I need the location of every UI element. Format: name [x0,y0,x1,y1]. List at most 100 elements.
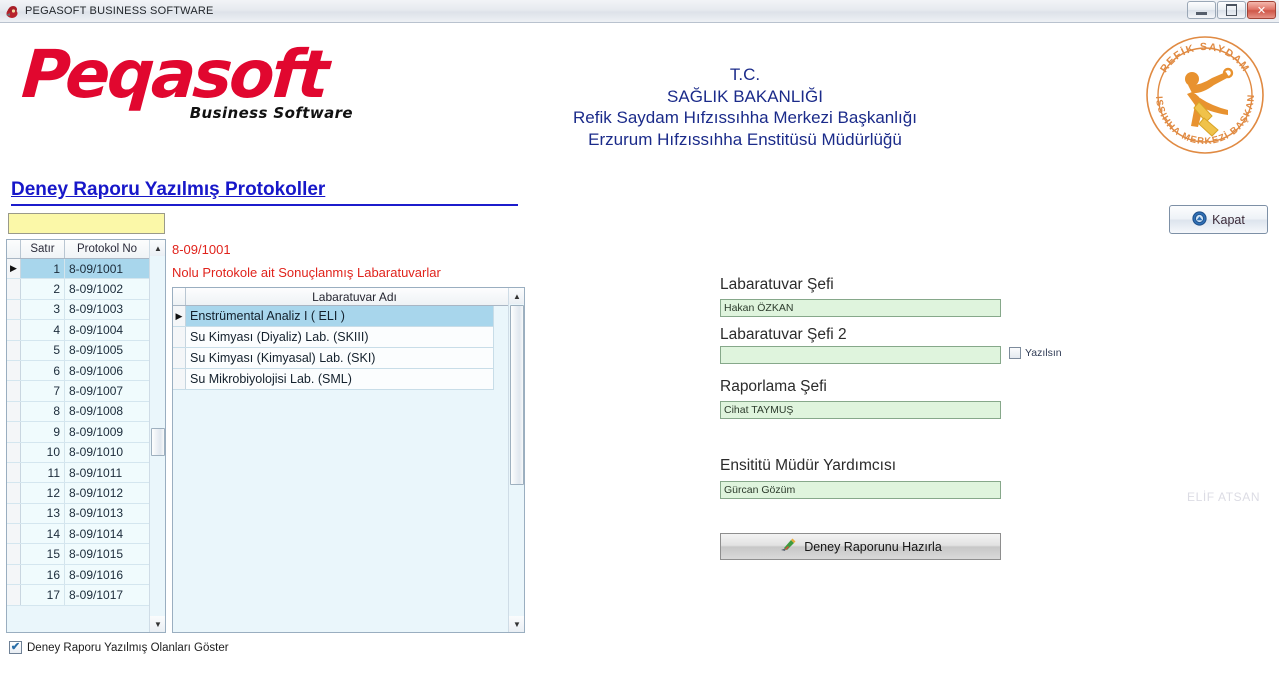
row-indicator [7,483,21,503]
row-indicator [7,462,21,483]
kapat-button[interactable]: Kapat [1169,205,1268,234]
selected-protocol-no: 8-09/1001 [172,242,231,257]
laboratory-grid[interactable]: Labaratuvar Adı ▶ Enstrümental Analiz I (… [172,287,525,633]
application-window: PEGASOFT BUSINESS SOFTWARE ✕ Peqasoft Bu… [0,0,1279,675]
column-header-protokol-no[interactable]: Protokol No [65,240,150,258]
table-row[interactable]: 3 8-09/1003 [7,299,165,321]
list-item[interactable]: ▶ Enstrümental Analiz I ( ELI ) [173,306,494,327]
list-item[interactable]: Su Mikrobiyolojisi Lab. (SML) [173,369,494,390]
show-written-reports-checkbox-box[interactable]: ✔ [9,641,22,654]
lab-panel-description: Nolu Protokole ait Sonuçlanmış Labaratuv… [172,265,441,280]
prepare-report-button-label: Deney Raporunu Hazırla [804,539,942,554]
lab-scroll-up-icon[interactable]: ▲ [509,288,524,304]
page-title: Deney Raporu Yazılmış Protokoller [11,179,518,206]
lab-row-indicator-header [173,288,186,305]
cell-labaratuvar-adi: Su Mikrobiyolojisi Lab. (SML) [186,369,494,389]
lab-chief-label: Labaratuvar Şefi [720,276,834,293]
institution-seal-icon: REFİK SAYDAM HIFZISSIHHA MERKEZİ BAŞKANL… [1138,23,1268,158]
show-written-reports-checkbox-label: Deney Raporu Yazılmış Olanları Göster [27,641,229,654]
protocol-grid-scrollbar[interactable]: ▲ ▼ [149,240,165,632]
lab-scroll-down-icon[interactable]: ▼ [509,616,524,632]
protocol-grid[interactable]: Satır Protokol No ▶ 1 8-09/1001 2 8-09/1002 3… [6,239,166,633]
row-indicator [7,585,21,605]
cell-satir: 17 [21,585,65,605]
yazilsin-checkbox-box[interactable] [1009,347,1021,359]
reporting-chief-input[interactable] [720,401,1001,419]
row-indicator [7,299,21,320]
prepare-report-button[interactable]: Deney Raporunu Hazırla [720,533,1001,560]
yazilsin-checkbox[interactable]: Yazılsın [1009,347,1062,359]
laboratory-grid-scrollbar[interactable]: ▲ ▼ [508,288,524,632]
row-indicator [7,401,21,422]
table-row[interactable]: 2 8-09/1002 [7,279,165,300]
lab-chief-2-input[interactable] [720,346,1001,364]
row-indicator [7,524,21,544]
lab-scroll-thumb[interactable] [510,305,524,485]
deputy-director-input[interactable] [720,481,1001,499]
cell-satir: 8 [21,401,65,422]
reporting-chief-label: Raporlama Şefi [720,378,827,395]
search-input[interactable] [8,213,165,234]
table-row[interactable]: 13 8-09/1013 [7,503,165,525]
scroll-thumb[interactable] [151,428,165,456]
user-watermark: ELİF ATSAN [1187,490,1261,504]
table-row[interactable]: ▶ 1 8-09/1001 [7,259,165,280]
list-item[interactable]: Su Kimyası (Kimyasal) Lab. (SKI) [173,348,494,369]
protocol-grid-body: ▶ 1 8-09/1001 2 8-09/1002 3 8-09/1003 4 8-09/100… [7,259,165,613]
ministry-heading: T.C. SAĞLIK BAKANLIĞI Refik Saydam Hıfzı… [460,64,1030,150]
table-row[interactable]: 5 8-09/1005 [7,340,165,361]
cell-protokol-no: 8-09/1010 [65,442,150,462]
cell-protokol-no: 8-09/1017 [65,585,150,605]
cell-protokol-no: 8-09/1008 [65,401,150,422]
ministry-line-3: Refik Saydam Hıfzıssıhha Merkezi Başkanl… [573,108,917,127]
laboratory-grid-body: ▶ Enstrümental Analiz I ( ELI ) Su Kimyası… [173,306,494,390]
cell-satir: 2 [21,279,65,299]
list-item[interactable]: Su Kimyası (Diyaliz) Lab. (SKIII) [173,327,494,348]
show-written-reports-checkbox[interactable]: ✔ Deney Raporu Yazılmış Olanları Göster [9,641,229,654]
table-row[interactable]: 8 8-09/1008 [7,401,165,423]
window-controls: ✕ [1187,1,1276,19]
cell-satir: 15 [21,544,65,564]
cell-satir: 7 [21,381,65,401]
row-indicator [7,279,21,299]
minimize-button[interactable] [1187,1,1216,19]
table-row[interactable]: 7 8-09/1007 [7,381,165,402]
cell-satir: 4 [21,320,65,340]
cell-satir: 16 [21,564,65,585]
cell-protokol-no: 8-09/1009 [65,422,150,442]
row-indicator [7,320,21,340]
table-row[interactable]: 16 8-09/1016 [7,564,165,586]
table-row[interactable]: 10 8-09/1010 [7,442,165,463]
column-header-satir[interactable]: Satır [21,240,65,258]
row-indicator [7,503,21,524]
table-row[interactable]: 12 8-09/1012 [7,483,165,504]
cell-protokol-no: 8-09/1014 [65,524,150,544]
cell-protokol-no: 8-09/1011 [65,462,150,483]
scroll-down-icon[interactable]: ▼ [150,616,165,632]
cell-satir: 12 [21,483,65,503]
row-indicator [7,381,21,401]
lab-chief-input[interactable] [720,299,1001,317]
cell-protokol-no: 8-09/1007 [65,381,150,401]
protocol-grid-header: Satır Protokol No [7,240,165,259]
table-row[interactable]: 17 8-09/1017 [7,585,165,606]
report-icon [779,537,797,556]
column-header-labaratuvar-adi[interactable]: Labaratuvar Adı [186,288,524,305]
cell-labaratuvar-adi: Su Kimyası (Diyaliz) Lab. (SKIII) [186,327,494,347]
cell-satir: 10 [21,442,65,462]
table-row[interactable]: 9 8-09/1009 [7,422,165,443]
table-row[interactable]: 15 8-09/1015 [7,544,165,565]
current-row-indicator-icon: ▶ [173,306,186,326]
ministry-line-2: SAĞLIK BAKANLIĞI [667,86,823,106]
ministry-line-4: Erzurum Hıfzıssıhha Enstitüsü Müdürlüğü [588,129,902,149]
table-row[interactable]: 6 8-09/1006 [7,360,165,382]
row-indicator [173,327,186,347]
row-indicator [7,422,21,442]
table-row[interactable]: 4 8-09/1004 [7,320,165,341]
scroll-up-icon[interactable]: ▲ [150,240,165,256]
table-row[interactable]: 14 8-09/1014 [7,524,165,545]
cell-labaratuvar-adi: Su Kimyası (Kimyasal) Lab. (SKI) [186,348,494,368]
maximize-button[interactable] [1217,1,1246,19]
table-row[interactable]: 11 8-09/1011 [7,462,165,484]
close-button[interactable]: ✕ [1247,1,1276,19]
